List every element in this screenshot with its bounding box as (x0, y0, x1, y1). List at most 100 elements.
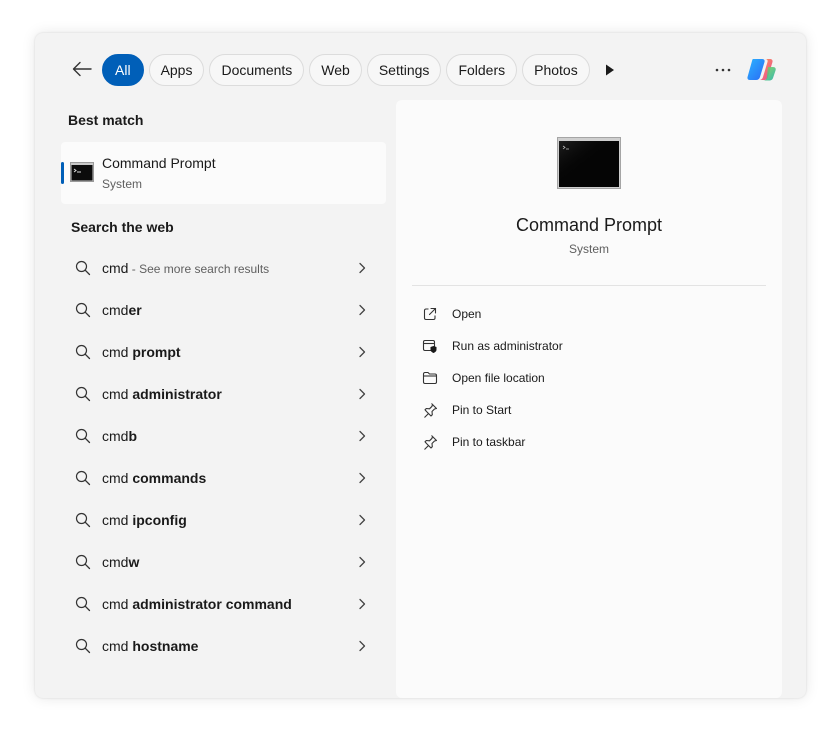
search-icon (75, 302, 91, 318)
see-more-note: - See more search results (128, 262, 270, 276)
query-prefix: cmd (102, 512, 133, 528)
details-title: Command Prompt (515, 215, 663, 235)
chevron-right-icon (356, 513, 368, 527)
query-completion: prompt (132, 344, 181, 360)
query-prefix: cmd (102, 302, 129, 318)
action-run-as-administrator[interactable]: Run as administrator (412, 330, 766, 362)
action-open[interactable]: Open (412, 298, 766, 330)
web-suggestion-item[interactable]: cmder (61, 289, 386, 331)
chevron-right-icon (356, 261, 368, 275)
search-icon (75, 386, 91, 402)
best-match-heading: Best match (68, 112, 144, 128)
query-prefix: cmd (102, 344, 133, 360)
chevron-right-icon (356, 387, 368, 401)
chevron-right-icon (356, 555, 368, 569)
chevron-right-icon (356, 345, 368, 359)
web-suggestion-item[interactable]: cmd ipconfig (61, 499, 386, 541)
web-suggestions-list: cmd - See more search results cmder cmd pr… (61, 247, 386, 667)
chevron-right-icon (356, 597, 368, 611)
query-prefix: cmd (102, 428, 129, 444)
query-prefix: cmd (102, 554, 129, 570)
tab-all[interactable]: All (102, 54, 144, 86)
search-icon (75, 512, 91, 528)
web-suggestion-item[interactable]: cmd hostname (61, 625, 386, 667)
web-suggestion-text: cmd ipconfig (102, 512, 187, 528)
command-prompt-icon (70, 162, 94, 187)
query-prefix: cmd (102, 470, 133, 486)
action-open-file-location[interactable]: Open file location (412, 362, 766, 394)
chevron-right-icon (356, 429, 368, 443)
web-suggestion-item[interactable]: cmd prompt (61, 331, 386, 373)
web-suggestion-text: cmd commands (102, 470, 206, 486)
tab-folders[interactable]: Folders (446, 54, 518, 86)
query-prefix: cmd (102, 260, 129, 276)
search-icon (75, 554, 91, 570)
web-suggestion-text: cmdb (102, 428, 137, 444)
query-completion: w (128, 554, 140, 570)
tab-photos[interactable]: Photos (522, 54, 590, 86)
tab-web[interactable]: Web (309, 54, 362, 86)
back-arrow-icon[interactable] (70, 57, 94, 81)
web-suggestion-item[interactable]: cmd - See more search results (61, 247, 386, 289)
web-suggestion-text: cmd administrator (102, 386, 222, 402)
query-completion: ipconfig (132, 512, 187, 528)
selection-indicator (61, 162, 64, 184)
query-completion: er (128, 302, 142, 318)
web-suggestion-text: cmdw (102, 554, 139, 570)
copilot-icon[interactable] (746, 55, 778, 85)
action-label: Open file location (452, 371, 545, 385)
web-suggestion-text: cmd - See more search results (102, 260, 269, 276)
chevron-right-icon (356, 303, 368, 317)
open-external-icon (422, 306, 438, 322)
web-suggestion-item[interactable]: cmdw (61, 541, 386, 583)
query-completion: commands (132, 470, 207, 486)
action-label: Pin to Start (452, 403, 512, 417)
search-icon (75, 344, 91, 360)
web-suggestion-text: cmder (102, 302, 142, 318)
best-match-title: Command Prompt (102, 155, 216, 171)
play-arrow-icon[interactable] (598, 58, 622, 82)
query-completion: administrator command (132, 596, 292, 612)
query-completion: administrator (132, 386, 222, 402)
search-icon (75, 638, 91, 654)
action-label: Run as administrator (452, 339, 563, 353)
tab-apps[interactable]: Apps (148, 54, 205, 86)
details-pane: Command Prompt System Open Run as admini… (396, 100, 782, 698)
query-completion: hostname (132, 638, 199, 654)
tab-documents[interactable]: Documents (209, 54, 305, 86)
action-label: Open (452, 307, 482, 321)
query-prefix: cmd (102, 386, 133, 402)
action-pin-to-taskbar[interactable]: Pin to taskbar (412, 426, 766, 458)
search-icon (75, 428, 91, 444)
filter-tabs: All Apps Documents Web Settings Folders … (102, 54, 590, 86)
web-suggestion-item[interactable]: cmd commands (61, 457, 386, 499)
more-options-icon[interactable] (711, 58, 735, 82)
chevron-right-icon (356, 471, 368, 485)
best-match-subtitle: System (102, 177, 143, 191)
search-icon (75, 470, 91, 486)
folder-icon (422, 370, 438, 386)
search-icon (75, 260, 91, 276)
web-suggestion-item[interactable]: cmd administrator (61, 373, 386, 415)
action-label: Pin to taskbar (452, 435, 526, 449)
web-suggestion-text: cmd hostname (102, 638, 198, 654)
action-pin-to-start[interactable]: Pin to Start (412, 394, 766, 426)
web-suggestion-text: cmd administrator command (102, 596, 292, 612)
best-match-result[interactable]: Command Prompt System (61, 142, 386, 204)
actions-list: Open Run as administrator Open file loca… (412, 298, 766, 458)
divider (412, 285, 766, 286)
shield-admin-icon (422, 338, 438, 354)
web-suggestion-item[interactable]: cmd administrator command (61, 583, 386, 625)
search-icon (75, 596, 91, 612)
query-completion: b (128, 428, 138, 444)
pin-icon (422, 402, 438, 418)
query-prefix: cmd (102, 596, 133, 612)
details-subtitle: System (568, 242, 609, 256)
query-prefix: cmd (102, 638, 133, 654)
chevron-right-icon (356, 639, 368, 653)
tab-settings[interactable]: Settings (366, 54, 442, 86)
search-web-heading: Search the web (71, 219, 174, 235)
web-suggestion-item[interactable]: cmdb (61, 415, 386, 457)
web-suggestion-text: cmd prompt (102, 344, 181, 360)
pin-icon (422, 434, 438, 450)
